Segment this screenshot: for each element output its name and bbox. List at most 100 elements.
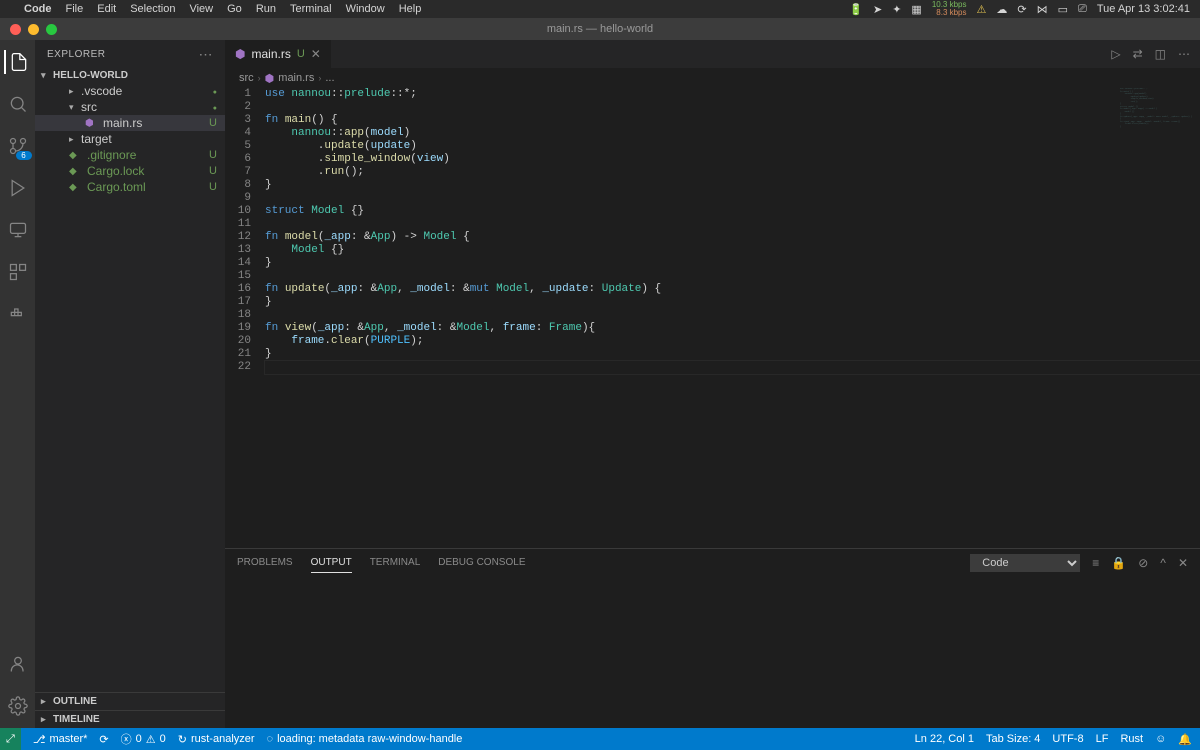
panel-tab-problems[interactable]: PROBLEMS xyxy=(237,553,293,573)
remote-indicator[interactable]: ⤢ xyxy=(0,728,21,750)
extensions-activity-icon[interactable] xyxy=(6,260,30,284)
output-panel-body[interactable] xyxy=(225,577,1200,728)
problems-status[interactable]: ⓧ0 ⚠0 xyxy=(121,731,166,747)
bottom-panel: PROBLEMS OUTPUT TERMINAL DEBUG CONSOLE C… xyxy=(225,548,1200,728)
menubar-help[interactable]: Help xyxy=(399,3,422,15)
git-status-indicator xyxy=(213,101,217,113)
sync-icon: ↻ xyxy=(178,733,187,746)
menubar-edit[interactable]: Edit xyxy=(97,3,116,15)
star-icon[interactable]: ✦ xyxy=(892,3,901,16)
grid-icon[interactable]: ▦ xyxy=(911,3,921,16)
minimize-window-button[interactable] xyxy=(28,24,39,35)
notifications-icon[interactable]: 🔔 xyxy=(1178,733,1192,746)
workspace-root[interactable]: ▾ HELLO-WORLD xyxy=(35,68,225,83)
chevron-right-icon: › xyxy=(318,73,321,83)
git-status-indicator: U xyxy=(209,181,217,193)
file-icon: ◆ xyxy=(69,182,83,193)
file-tree-item-Cargo-toml[interactable]: ◆ Cargo.toml U xyxy=(35,179,225,195)
feedback-icon[interactable]: ☺ xyxy=(1155,733,1166,745)
source-control-activity-icon[interactable] xyxy=(6,134,30,158)
location-icon[interactable]: ➤ xyxy=(873,3,882,16)
editor-tab-label: main.rs xyxy=(251,47,290,61)
output-channel-select[interactable]: Code xyxy=(970,554,1080,572)
close-tab-icon[interactable]: ✕ xyxy=(311,47,321,61)
zoom-window-button[interactable] xyxy=(46,24,57,35)
lock-icon[interactable]: 🔒 xyxy=(1111,556,1126,570)
menubar-window[interactable]: Window xyxy=(346,3,385,15)
panel-tab-debug-console[interactable]: DEBUG CONSOLE xyxy=(438,553,525,573)
close-panel-icon[interactable]: ✕ xyxy=(1178,556,1188,570)
battery-icon[interactable]: 🔋 xyxy=(849,3,863,16)
chevron-right-icon: ▸ xyxy=(41,696,51,707)
eol-status[interactable]: LF xyxy=(1096,733,1109,745)
file-tree-item-main-rs[interactable]: ⬢main.rsU xyxy=(35,115,225,131)
menubar-file[interactable]: File xyxy=(66,3,84,15)
file-tree-item-Cargo-lock[interactable]: ◆Cargo.lockU xyxy=(35,163,225,179)
minimap[interactable]: use nannou::prelude::*; fn main() { nann… xyxy=(1120,88,1200,188)
menubar-clock[interactable]: Tue Apr 13 3:02:41 xyxy=(1097,3,1190,15)
cloud-icon[interactable]: ☁ xyxy=(996,3,1007,16)
file-tree-label: Cargo.toml xyxy=(87,180,146,194)
loading-status[interactable]: ◌ loading: metadata raw-window-handle xyxy=(267,733,463,745)
loading-icon: ◌ xyxy=(267,733,274,745)
compare-icon[interactable]: ⇄ xyxy=(1133,47,1143,61)
split-editor-icon[interactable]: ◫ xyxy=(1155,47,1166,61)
git-status-indicator: U xyxy=(209,165,217,177)
bowtie-icon[interactable]: ⋈ xyxy=(1037,3,1048,16)
maximize-panel-icon[interactable]: ^ xyxy=(1160,556,1166,570)
encoding-status[interactable]: UTF-8 xyxy=(1052,733,1083,745)
display-icon[interactable]: ▭ xyxy=(1058,3,1068,16)
file-tree-item--vscode[interactable]: ▸.vscode xyxy=(35,83,225,99)
clear-icon[interactable]: ⊘ xyxy=(1138,556,1148,570)
file-tree-item-target[interactable]: ▸target xyxy=(35,131,225,147)
panel-tab-terminal[interactable]: TERMINAL xyxy=(370,553,421,573)
branch-icon: ⎇ xyxy=(33,733,46,746)
editor-tab-main-rs[interactable]: ⬢ main.rs U ✕ xyxy=(225,40,332,68)
code-editor[interactable]: 12345678910111213141516171819202122 use … xyxy=(225,88,1200,548)
menubar-terminal[interactable]: Terminal xyxy=(290,3,332,15)
window-title: main.rs — hello-world xyxy=(547,23,653,35)
menubar-view[interactable]: View xyxy=(189,3,213,15)
git-sync-status[interactable]: ⟳ xyxy=(99,733,108,746)
timeline-section[interactable]: ▸ TIMELINE xyxy=(35,710,225,728)
settings-activity-icon[interactable] xyxy=(6,694,30,718)
file-tree-label: src xyxy=(81,100,97,114)
code-content[interactable]: use nannou::prelude::*; fn main() { nann… xyxy=(265,88,1200,548)
docker-activity-icon[interactable] xyxy=(6,302,30,326)
menubar-run[interactable]: Run xyxy=(256,3,276,15)
accounts-activity-icon[interactable] xyxy=(6,652,30,676)
breadcrumb[interactable]: src › ⬢ main.rs › ... xyxy=(225,68,1200,88)
file-tree-item-src[interactable]: ▾src xyxy=(35,99,225,115)
line-gutter: 12345678910111213141516171819202122 xyxy=(225,88,265,548)
file-tree-item--gitignore[interactable]: ◆.gitignoreU xyxy=(35,147,225,163)
menubar-go[interactable]: Go xyxy=(227,3,242,15)
explorer-more-icon[interactable]: ⋯ xyxy=(199,46,214,63)
chevron-right-icon: ▸ xyxy=(69,134,79,145)
more-actions-icon[interactable]: ⋯ xyxy=(1178,47,1190,61)
run-icon[interactable]: ▷ xyxy=(1111,47,1120,61)
list-icon[interactable]: ≡ xyxy=(1092,556,1099,570)
explorer-activity-icon[interactable] xyxy=(4,50,30,74)
close-window-button[interactable] xyxy=(10,24,21,35)
lsp-status[interactable]: ↻ rust-analyzer xyxy=(178,733,255,746)
tab-size-status[interactable]: Tab Size: 4 xyxy=(986,733,1040,745)
sync-icon[interactable]: ⟳ xyxy=(1017,3,1026,16)
language-status[interactable]: Rust xyxy=(1120,733,1143,745)
panel-tab-output[interactable]: OUTPUT xyxy=(311,553,352,573)
chevron-right-icon: › xyxy=(258,73,261,83)
menubar-selection[interactable]: Selection xyxy=(130,3,175,15)
outline-section[interactable]: ▸ OUTLINE xyxy=(35,692,225,710)
run-debug-activity-icon[interactable] xyxy=(6,176,30,200)
control-center-icon[interactable]: ⎚ xyxy=(1078,3,1087,16)
menubar-app[interactable]: Code xyxy=(24,3,52,15)
search-activity-icon[interactable] xyxy=(6,92,30,116)
activity-bar xyxy=(0,40,35,728)
breadcrumb-file[interactable]: main.rs xyxy=(278,72,314,84)
remote-explorer-activity-icon[interactable] xyxy=(6,218,30,242)
warning-icon[interactable]: ⚠ xyxy=(977,3,987,16)
cursor-position-status[interactable]: Ln 22, Col 1 xyxy=(915,733,974,745)
chevron-down-icon: ▾ xyxy=(41,70,51,81)
breadcrumb-src[interactable]: src xyxy=(239,72,254,84)
breadcrumb-symbol[interactable]: ... xyxy=(325,72,334,84)
git-branch-status[interactable]: ⎇ master* xyxy=(33,733,88,746)
